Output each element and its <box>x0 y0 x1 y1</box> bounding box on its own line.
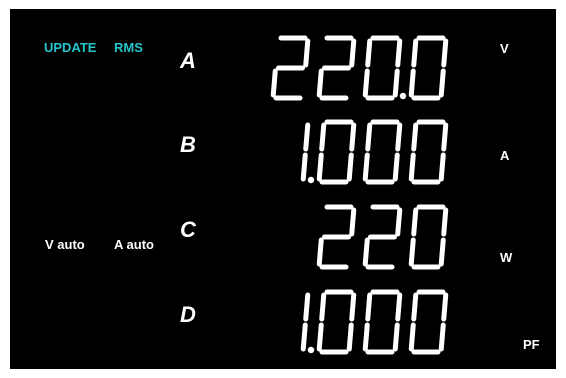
segment-e <box>316 68 324 98</box>
segment-e <box>408 152 416 182</box>
segment-e <box>362 68 370 98</box>
channel-c-unit: W <box>500 250 513 265</box>
decimal-point <box>307 346 315 354</box>
segment-f <box>365 122 373 152</box>
decimal-point <box>399 92 407 100</box>
segment-b <box>349 38 357 68</box>
segment-b <box>441 292 449 322</box>
segment-f <box>319 122 327 152</box>
segment-c <box>300 322 308 352</box>
channel-a-unit: V <box>500 41 509 56</box>
segment-b <box>441 122 449 152</box>
digit <box>362 289 403 355</box>
channel-d-label: D <box>180 302 196 327</box>
digit <box>408 119 449 185</box>
digit <box>300 292 315 354</box>
digit <box>316 289 357 355</box>
segment-e <box>408 322 416 352</box>
segment-e <box>408 68 416 98</box>
segment-c <box>300 152 308 182</box>
segment-b <box>303 122 311 152</box>
channel-a-reading <box>270 35 449 101</box>
segment-c <box>392 152 400 182</box>
digit <box>270 35 311 101</box>
segment-b <box>441 38 449 68</box>
segment-e <box>408 237 416 267</box>
digit <box>300 122 315 184</box>
digit <box>316 35 357 101</box>
rms-mode-indicator: RMS <box>114 40 143 55</box>
segment-f <box>365 292 373 322</box>
segment-b <box>395 292 403 322</box>
channel-c-label: C <box>180 217 196 242</box>
digit <box>362 35 407 101</box>
segment-e <box>316 237 324 267</box>
segment-e <box>316 322 324 352</box>
meter-display: UPDATE RMS V auto A auto A B C D V A W P… <box>10 9 556 369</box>
segment-f <box>411 292 419 322</box>
segment-f <box>411 122 419 152</box>
segment-e <box>362 152 370 182</box>
segment-b <box>303 292 311 322</box>
digit <box>362 119 403 185</box>
segment-c <box>438 322 446 352</box>
segment-b <box>395 207 403 237</box>
segment-c <box>392 68 400 98</box>
channel-b-unit: A <box>500 148 510 163</box>
segment-c <box>438 68 446 98</box>
segment-e <box>270 68 278 98</box>
segment-c <box>346 152 354 182</box>
segment-b <box>349 207 357 237</box>
segment-e <box>362 322 370 352</box>
channel-b-label: B <box>180 132 196 157</box>
digit <box>316 204 357 270</box>
segment-c <box>438 152 446 182</box>
segment-b <box>395 122 403 152</box>
segment-b <box>349 292 357 322</box>
digit <box>316 119 357 185</box>
segment-b <box>395 38 403 68</box>
digit <box>408 289 449 355</box>
segment-b <box>349 122 357 152</box>
segment-f <box>411 38 419 68</box>
segment-c <box>392 322 400 352</box>
segment-f <box>319 292 327 322</box>
channel-a-label: A <box>180 48 196 73</box>
current-range-indicator: A auto <box>114 237 154 252</box>
segment-f <box>411 207 419 237</box>
digit <box>362 204 403 270</box>
segment-f <box>365 38 373 68</box>
decimal-point <box>307 176 315 184</box>
segment-c <box>346 322 354 352</box>
channel-c-reading <box>316 204 449 270</box>
digit <box>408 35 449 101</box>
channel-b-reading <box>300 119 449 185</box>
segment-b <box>303 38 311 68</box>
channel-d-reading <box>300 289 449 355</box>
segment-b <box>441 207 449 237</box>
update-indicator: UPDATE <box>44 40 97 55</box>
segment-e <box>362 237 370 267</box>
channel-d-unit: PF <box>523 337 540 352</box>
segment-c <box>438 237 446 267</box>
voltage-range-indicator: V auto <box>45 237 85 252</box>
segment-e <box>316 152 324 182</box>
digit <box>408 204 449 270</box>
